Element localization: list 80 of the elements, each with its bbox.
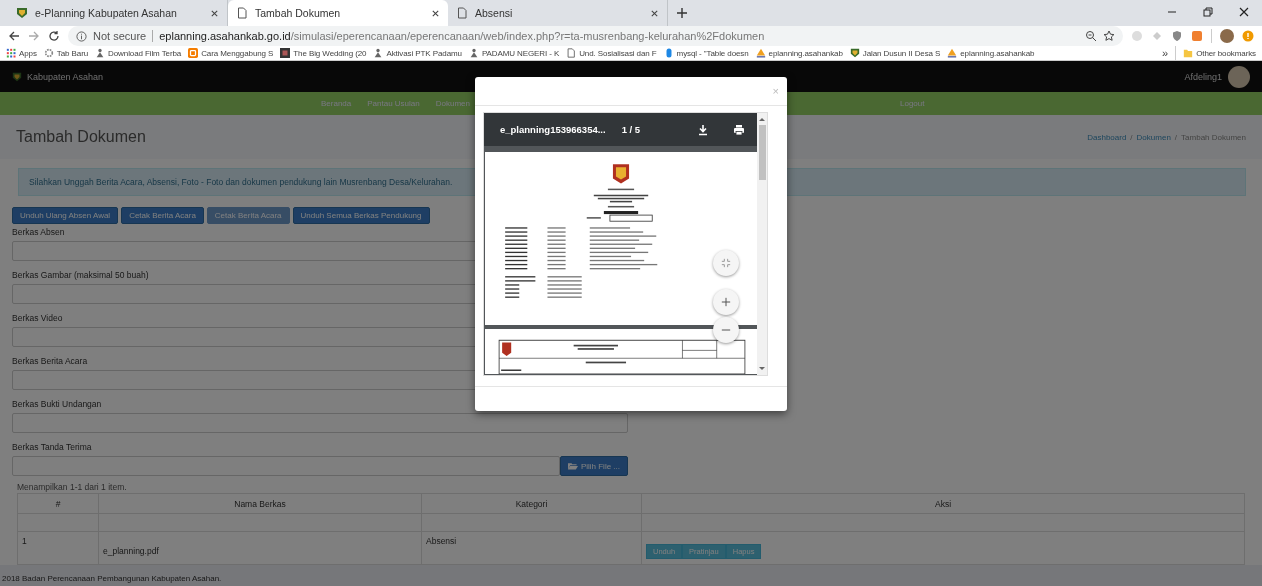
print-icon[interactable] xyxy=(733,123,745,136)
page-icon xyxy=(456,7,468,19)
fit-icon xyxy=(721,258,731,268)
bookmark[interactable]: PADAMU NEGERI - K xyxy=(468,48,560,58)
reload-icon[interactable] xyxy=(48,30,60,42)
restore-icon[interactable] xyxy=(1202,6,1214,18)
close-icon[interactable] xyxy=(210,8,219,18)
footer-text: 2018 Badan Perencanaan Pembangunan Kabupaten Asahan. xyxy=(2,574,222,583)
page-icon xyxy=(566,48,577,58)
figure-icon xyxy=(468,48,479,58)
bookmark[interactable]: The Big Wedding (20 xyxy=(280,48,367,58)
new-tab-icon[interactable] xyxy=(676,7,688,19)
file-name: e_planning153966354... xyxy=(500,124,606,135)
page-counter: 1 / 5 xyxy=(621,124,641,135)
thumbnail-icon xyxy=(280,48,291,58)
column-header: Kategori xyxy=(421,493,642,514)
shield-icon[interactable] xyxy=(1171,30,1183,42)
scroll-down-icon[interactable] xyxy=(758,365,766,373)
summary-text: Menampilkan 1-1 dari 1 item. xyxy=(17,482,128,492)
user-name[interactable]: Afdeling1 xyxy=(1184,71,1222,82)
breadcrumb-separator: / xyxy=(1130,132,1133,142)
close-icon[interactable] xyxy=(650,8,659,18)
table-cell: Absensi xyxy=(421,531,642,565)
bookmark-folder[interactable]: Other bookmarks xyxy=(1183,48,1256,58)
folder-icon xyxy=(1183,48,1194,58)
shield-icon xyxy=(849,48,860,58)
back-arrow-icon[interactable] xyxy=(8,30,20,42)
avatar[interactable] xyxy=(1220,29,1234,43)
user-avatar[interactable] xyxy=(1228,65,1250,88)
bookmark[interactable]: Aktivasi PTK Padamu xyxy=(373,48,462,58)
figure-icon xyxy=(373,48,384,58)
scroll-thumb[interactable] xyxy=(758,125,766,180)
bookmark[interactable]: mysql - "Table doesn xyxy=(663,48,749,58)
gear-icon xyxy=(43,48,54,58)
url-text: eplanning.asahankab.go.id/simulasi/eperencanaan/eperencanaan/web/index.php?r=ta-musrenbang-kelurahan%2Fdokumen xyxy=(159,30,765,42)
sail-logo-icon xyxy=(947,48,958,58)
field-label: Berkas Video xyxy=(12,313,64,323)
brand-link[interactable]: Kabupaten Asahan xyxy=(12,71,104,82)
bookmark[interactable]: eplanning.asahankab xyxy=(755,48,843,58)
bookmark[interactable]: Jalan Dusun II Desa S xyxy=(849,48,941,58)
column-header: Nama Berkas xyxy=(98,493,422,514)
column-header: # xyxy=(17,493,99,514)
zoom-icon[interactable] xyxy=(1085,30,1097,42)
table-cell: e_planning.pdf xyxy=(98,531,422,565)
address-bar[interactable]: Not secure eplanning.asahankab.go.id/simulasi/eperencanaan/eperencanaan/web/index.php?r=ta-musrenbang-kelurahan%2Fdokumen xyxy=(68,26,1123,46)
info-icon xyxy=(76,30,87,42)
column-header: Aksi xyxy=(641,493,1245,514)
field-label: Berkas Tanda Terima xyxy=(12,442,93,452)
breadcrumb-separator: / xyxy=(1174,132,1178,142)
close-icon[interactable] xyxy=(1238,6,1250,18)
browser-tab[interactable]: Tambah Dokumen xyxy=(228,0,448,26)
security-label: Not secure xyxy=(93,30,154,42)
page-title: Tambah Dokumen xyxy=(16,128,146,146)
field-label: Berkas Berita Acara xyxy=(12,356,89,366)
bookmark[interactable]: eplanning.asahankab xyxy=(947,48,1035,58)
folder-icon xyxy=(567,462,578,470)
sail-logo-icon xyxy=(755,48,766,58)
more-bookmarks-button[interactable]: » xyxy=(1162,47,1169,59)
shield-icon xyxy=(12,71,22,82)
field-label: Berkas Gambar (maksimal 50 buah) xyxy=(12,270,150,280)
field-label: Berkas Bukti Undangan xyxy=(12,399,103,409)
plus-icon xyxy=(721,297,731,307)
field-label: Berkas Absen xyxy=(12,227,66,237)
bookmark[interactable]: Download Film Terba xyxy=(95,48,182,58)
page-icon xyxy=(236,7,248,19)
close-icon[interactable] xyxy=(431,8,440,18)
download-icon[interactable] xyxy=(697,123,709,136)
shield-icon xyxy=(16,7,28,19)
apps-grid-icon xyxy=(6,48,16,58)
bookmark[interactable]: Und. Sosialisasi dan F xyxy=(566,48,657,58)
star-icon[interactable] xyxy=(1103,30,1115,42)
bookmark[interactable]: Apps xyxy=(6,48,37,58)
table-cell: 1 xyxy=(17,531,99,565)
scrollbar[interactable] xyxy=(757,113,767,375)
figure-icon xyxy=(95,48,106,58)
bookmark[interactable]: Cara Menggabung S xyxy=(188,48,274,58)
file-input-field[interactable] xyxy=(12,456,560,476)
file-input-field[interactable] xyxy=(12,413,628,433)
extension-icon[interactable] xyxy=(1191,30,1203,42)
bookmark[interactable]: Tab Baru xyxy=(43,48,89,58)
